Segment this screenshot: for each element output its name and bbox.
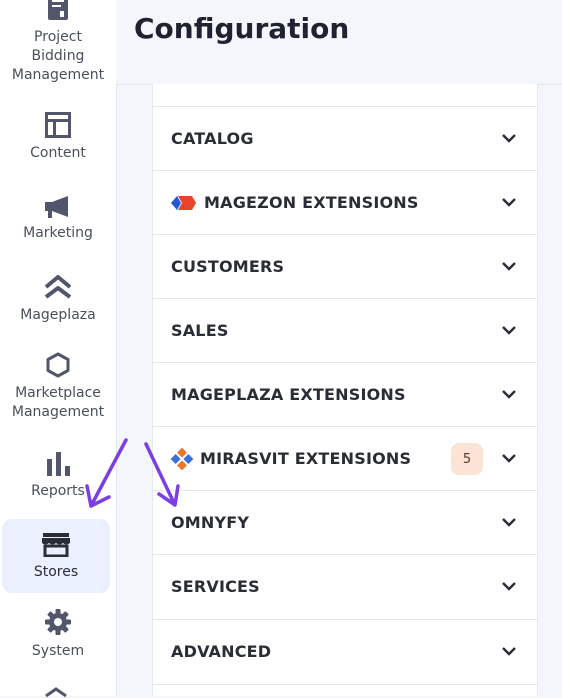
config-row-sales[interactable]: SALES — [153, 298, 537, 362]
config-row-services[interactable]: SERVICES — [153, 554, 537, 618]
config-row-mageplaza-extensions[interactable]: MAGEPLAZA EXTENSIONS — [153, 362, 537, 426]
row-divider — [153, 684, 537, 685]
sidebar-item-label: Marketing — [23, 225, 93, 241]
magezon-logo-icon — [171, 195, 196, 210]
chevron-down-icon — [502, 134, 516, 143]
config-row-label: CATALOG — [171, 129, 254, 148]
notification-badge: 5 — [451, 443, 483, 475]
config-row-label: MAGEPLAZA EXTENSIONS — [171, 385, 406, 404]
config-row-catalog[interactable]: CATALOG — [153, 106, 537, 170]
sidebar-item-label: Content — [30, 145, 86, 161]
sidebar-item-label: Reports — [31, 483, 85, 499]
config-row-advanced[interactable]: ADVANCED — [153, 619, 537, 683]
chevron-down-icon — [502, 647, 516, 656]
config-row-label: OMNYFY — [171, 513, 250, 532]
sidebar-item-content[interactable]: Content — [0, 112, 116, 163]
sidebar-item-marketplace-management[interactable]: Marketplace Management — [0, 352, 116, 422]
config-row-magezon-extensions[interactable]: MAGEZON EXTENSIONS — [153, 170, 537, 234]
store-icon — [42, 533, 70, 557]
config-row-label: MIRASVIT EXTENSIONS — [200, 449, 412, 468]
sidebar-item-label: Project Bidding Management — [11, 29, 105, 83]
mageplaza-icon — [44, 275, 72, 299]
config-row-mirasvit-extensions[interactable]: MIRASVIT EXTENSIONS 5 — [153, 426, 537, 490]
megaphone-icon — [45, 196, 68, 218]
sidebar-item-label: Marketplace Management — [11, 385, 105, 420]
chevron-down-icon — [502, 454, 516, 463]
sidebar-item-label: System — [31, 643, 85, 659]
chevron-down-icon — [502, 326, 516, 335]
layout-icon — [45, 112, 71, 138]
gear-icon — [45, 609, 71, 635]
config-row-label: MAGEZON EXTENSIONS — [204, 193, 419, 212]
bar-chart-icon — [47, 452, 70, 476]
admin-sidebar: Project Bidding Management Content Marke… — [0, 0, 117, 698]
hexagon-icon — [45, 687, 67, 698]
chevron-down-icon — [502, 198, 516, 207]
config-row-label: CUSTOMERS — [171, 257, 285, 276]
sidebar-item-stores[interactable]: Stores — [2, 519, 110, 593]
sidebar-item-label: Mageplaza — [20, 307, 96, 323]
config-row-omnyfy[interactable]: OMNYFY — [153, 490, 537, 554]
sidebar-item-label: Stores — [33, 564, 79, 580]
page-header: Configuration — [116, 0, 562, 85]
hexagon-icon — [46, 352, 70, 378]
sidebar-item-reports[interactable]: Reports — [0, 450, 116, 501]
configuration-tabs: CATALOG MAGEZON EXTENSIONS CUSTOMERS SAL… — [152, 84, 538, 696]
sidebar-item-marketing[interactable]: Marketing — [0, 196, 116, 243]
chevron-down-icon — [502, 582, 516, 591]
sidebar-item-system[interactable]: System — [0, 608, 116, 661]
config-row-label: SALES — [171, 321, 229, 340]
sidebar-item-mageplaza[interactable]: Mageplaza — [0, 274, 116, 325]
config-row-customers[interactable]: CUSTOMERS — [153, 234, 537, 298]
chevron-down-icon — [502, 390, 516, 399]
page-title: Configuration — [134, 12, 350, 45]
chevron-down-icon — [502, 518, 516, 527]
document-icon — [48, 0, 68, 20]
sidebar-item-project-bidding[interactable]: Project Bidding Management — [0, 0, 116, 85]
config-row-label: ADVANCED — [171, 642, 272, 661]
chevron-down-icon — [502, 262, 516, 271]
config-row-label: SERVICES — [171, 577, 260, 596]
mirasvit-logo-icon — [171, 447, 193, 470]
